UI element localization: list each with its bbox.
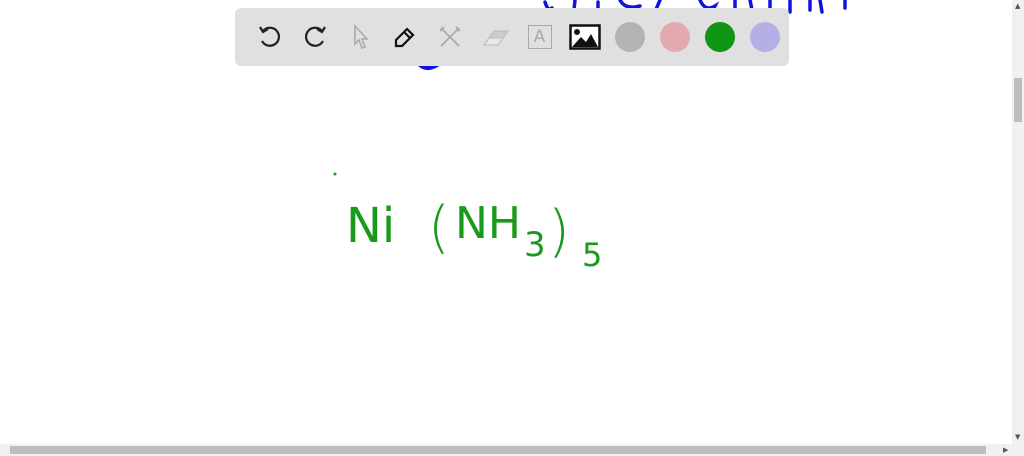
- text-icon: A: [527, 25, 552, 49]
- eraser-icon: [482, 30, 509, 46]
- formula-close-paren: ): [548, 199, 570, 264]
- tools-icon: [438, 26, 461, 47]
- tools-button[interactable]: [427, 17, 472, 57]
- text-button[interactable]: A: [517, 17, 562, 57]
- scroll-up-arrow-icon[interactable]: ▲: [1015, 2, 1020, 10]
- scroll-right-arrow-icon[interactable]: ▶: [1003, 446, 1008, 454]
- vertical-scroll-thumb[interactable]: [1014, 78, 1022, 122]
- pen-icon: [394, 27, 415, 48]
- select-pointer-icon: [353, 23, 369, 50]
- image-button[interactable]: [562, 17, 607, 57]
- formula-element: Ni: [346, 198, 395, 254]
- redo-icon: [304, 26, 326, 47]
- drawing-canvas[interactable]: Ni ( NH 3 ) 5: [0, 0, 1012, 444]
- horizontal-scroll-thumb[interactable]: [10, 446, 986, 454]
- drawing-toolbar: A: [235, 8, 789, 66]
- image-icon: [568, 24, 601, 50]
- color-swatch-gray: [614, 22, 645, 52]
- color-swatch-green: [704, 22, 735, 52]
- formula-count-subscript: 5: [582, 236, 602, 274]
- select-button[interactable]: [337, 17, 382, 57]
- undo-button[interactable]: [247, 17, 292, 57]
- color-pink-button[interactable]: [652, 17, 697, 57]
- scroll-down-arrow-icon[interactable]: ▼: [1015, 433, 1020, 441]
- color-swatch-pink: [659, 22, 690, 52]
- color-lavender-button[interactable]: [742, 17, 787, 57]
- formula-ligand-subscript: 3: [524, 225, 546, 265]
- eraser-button[interactable]: [472, 17, 517, 57]
- ink-dot: [333, 172, 337, 176]
- color-swatch-lavender: [749, 22, 780, 52]
- formula-ligand: NH: [455, 198, 521, 249]
- formula-open-paren: (: [428, 195, 450, 260]
- horizontal-scrollbar[interactable]: ▶: [0, 444, 1024, 456]
- handwritten-formula: Ni ( NH 3 ) 5: [346, 195, 602, 274]
- redo-button[interactable]: [292, 17, 337, 57]
- color-gray-button[interactable]: [607, 17, 652, 57]
- undo-icon: [258, 26, 280, 47]
- color-green-button[interactable]: [697, 17, 742, 57]
- vertical-scrollbar[interactable]: ▲ ▼: [1012, 0, 1024, 444]
- pen-button[interactable]: [382, 17, 427, 57]
